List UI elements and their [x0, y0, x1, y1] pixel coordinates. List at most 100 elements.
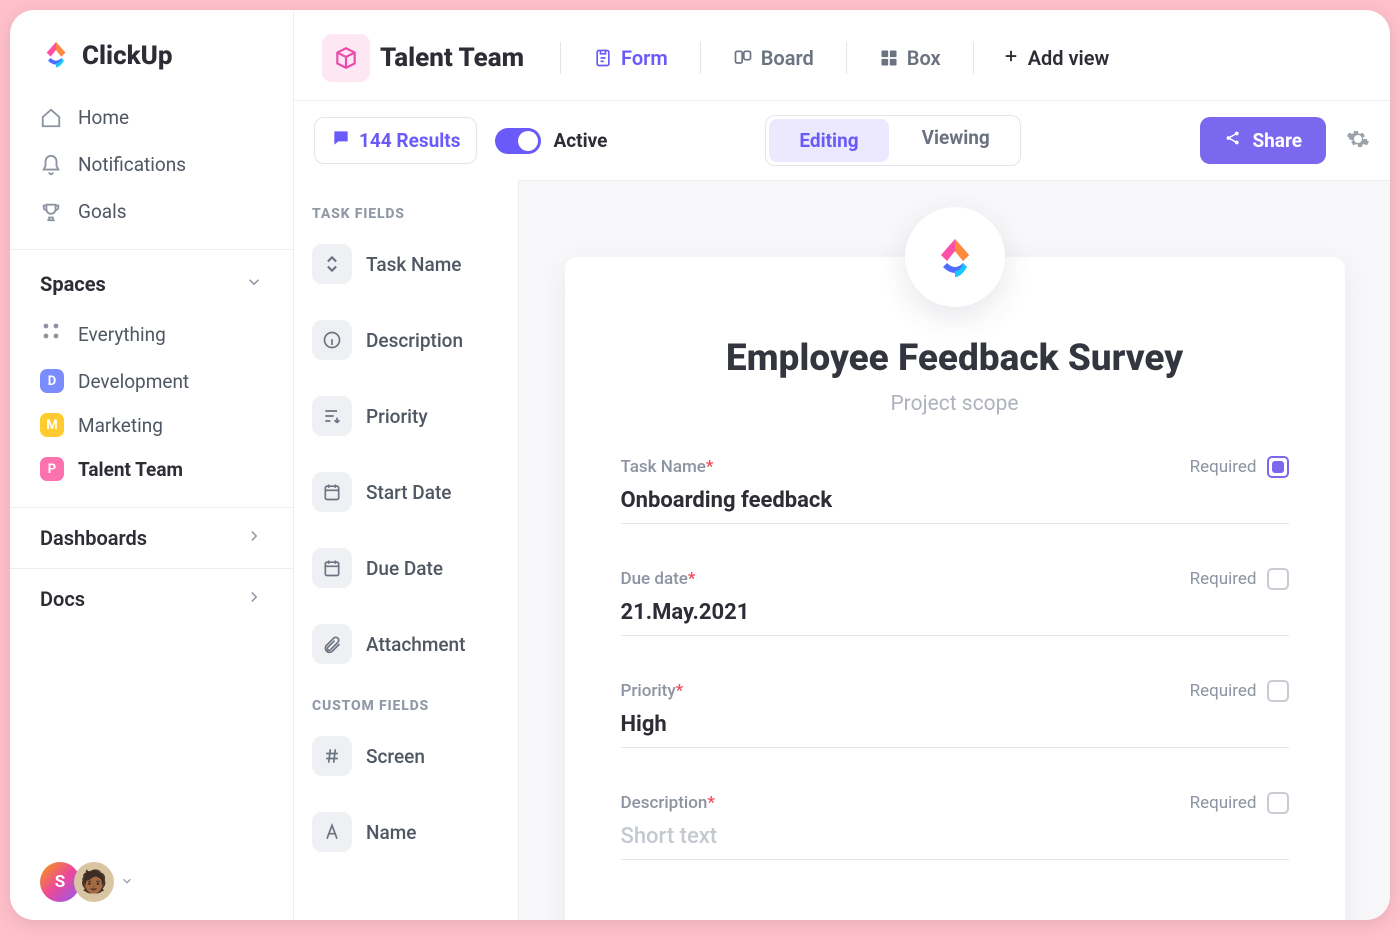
divider [560, 42, 561, 74]
field-start-date[interactable]: Start Date [308, 464, 504, 520]
task-fields-header: TASK FIELDS [308, 200, 504, 236]
results-label: 144 Results [359, 129, 460, 152]
view-form-label: Form [621, 46, 668, 70]
chevron-down-icon [245, 272, 263, 296]
active-toggle[interactable] [495, 128, 541, 154]
home-icon [40, 107, 62, 129]
form-subtitle[interactable]: Project scope [621, 392, 1289, 416]
field-label: Attachment [366, 633, 465, 656]
space-talent-team[interactable]: P Talent Team [10, 447, 293, 491]
field-label: Due date* [621, 569, 696, 589]
form-icon [593, 48, 613, 68]
active-label: Active [553, 129, 607, 152]
form-field[interactable]: Description*RequiredShort text [621, 792, 1289, 860]
nav-docs-label: Docs [40, 587, 85, 611]
hash-icon [312, 736, 352, 776]
space-title: Talent Team [380, 43, 524, 73]
required-checkbox[interactable] [1267, 568, 1289, 590]
field-screen[interactable]: Screen [308, 728, 504, 784]
nav-dashboards[interactable]: Dashboards [10, 507, 293, 568]
clickup-logo-icon [40, 38, 72, 74]
form-field[interactable]: Due date*Required21.May.2021 [621, 568, 1289, 636]
field-label: Start Date [366, 481, 451, 504]
nav-dashboards-label: Dashboards [40, 526, 147, 550]
field-due-date[interactable]: Due Date [308, 540, 504, 596]
spaces-toggle[interactable]: Spaces [10, 250, 293, 310]
nav-home-label: Home [78, 106, 129, 129]
mode-editing[interactable]: Editing [769, 119, 888, 162]
form-title[interactable]: Employee Feedback Survey [621, 337, 1289, 380]
sidebar: ClickUp Home Notifications Goals Spaces … [10, 10, 294, 920]
field-value[interactable]: 21.May.2021 [621, 600, 1289, 636]
field-task-name[interactable]: Task Name [308, 236, 504, 292]
space-marketing[interactable]: M Marketing [10, 403, 293, 447]
nav-notifications[interactable]: Notifications [30, 141, 273, 188]
field-value[interactable]: Short text [621, 824, 1289, 860]
add-view-label: Add view [1028, 46, 1110, 70]
space-label: Development [78, 370, 189, 393]
field-priority[interactable]: Priority [308, 388, 504, 444]
view-box-label: Box [907, 46, 941, 70]
required-checkbox[interactable] [1267, 456, 1289, 478]
controls-bar: 144 Results Active Editing Viewing Share [294, 101, 1390, 180]
field-label: Name [366, 821, 416, 844]
space-development[interactable]: D Development [10, 359, 293, 403]
required-checkbox[interactable] [1267, 792, 1289, 814]
brand-name: ClickUp [82, 41, 173, 71]
field-attachment[interactable]: Attachment [308, 616, 504, 672]
avatar: 🧑🏾 [74, 862, 114, 902]
space-everything[interactable]: Everything [10, 310, 293, 359]
space-badge: M [40, 413, 64, 437]
required-checkbox[interactable] [1267, 680, 1289, 702]
everything-icon [40, 320, 64, 349]
field-label: Priority [366, 405, 428, 428]
mode-viewing[interactable]: Viewing [892, 116, 1020, 165]
bell-icon [40, 154, 62, 176]
main: Talent Team Form Board Box Add view [294, 10, 1390, 920]
field-value[interactable]: Onboarding feedback [621, 488, 1289, 524]
space-label: Marketing [78, 414, 163, 437]
calendar-icon [312, 472, 352, 512]
info-icon [312, 320, 352, 360]
form-field[interactable]: Task Name* Required Onboarding feedback [621, 456, 1289, 524]
form-logo[interactable] [905, 207, 1005, 307]
nav-goals[interactable]: Goals [30, 188, 273, 235]
space-icon[interactable] [322, 34, 370, 82]
chat-icon [331, 128, 351, 153]
nav-notifications-label: Notifications [78, 153, 186, 176]
field-label: Task Name* [621, 457, 714, 477]
view-board[interactable]: Board [719, 40, 828, 76]
field-name[interactable]: Name [308, 804, 504, 860]
field-label: Description* [621, 793, 715, 813]
trophy-icon [40, 201, 62, 223]
view-form[interactable]: Form [579, 40, 682, 76]
nav-docs[interactable]: Docs [10, 568, 293, 629]
user-menu[interactable]: S 🧑🏾 [40, 862, 134, 902]
results-pill[interactable]: 144 Results [314, 117, 477, 164]
required-label: Required [1190, 457, 1257, 477]
field-label: Task Name [366, 253, 461, 276]
nav-goals-label: Goals [78, 200, 127, 223]
add-view[interactable]: Add view [992, 40, 1120, 76]
text-icon [312, 812, 352, 852]
share-button[interactable]: Share [1200, 117, 1326, 164]
share-label: Share [1252, 129, 1302, 152]
brand-logo[interactable]: ClickUp [10, 10, 293, 94]
calendar-icon [312, 548, 352, 588]
field-description[interactable]: Description [308, 312, 504, 368]
mode-segment: Editing Viewing [765, 115, 1020, 166]
field-label: Priority* [621, 681, 684, 701]
fields-panel: TASK FIELDS Task Name Description Priori… [294, 180, 519, 920]
field-label: Description [366, 329, 463, 352]
box-icon [879, 48, 899, 68]
topbar: Talent Team Form Board Box Add view [294, 10, 1390, 101]
share-icon [1224, 129, 1242, 152]
settings-button[interactable] [1346, 127, 1370, 155]
field-value[interactable]: High [621, 712, 1289, 748]
sort-icon [312, 396, 352, 436]
space-badge: P [40, 457, 64, 481]
form-card: Employee Feedback Survey Project scope T… [565, 257, 1345, 920]
view-box[interactable]: Box [865, 40, 955, 76]
nav-home[interactable]: Home [30, 94, 273, 141]
form-field[interactable]: Priority*RequiredHigh [621, 680, 1289, 748]
